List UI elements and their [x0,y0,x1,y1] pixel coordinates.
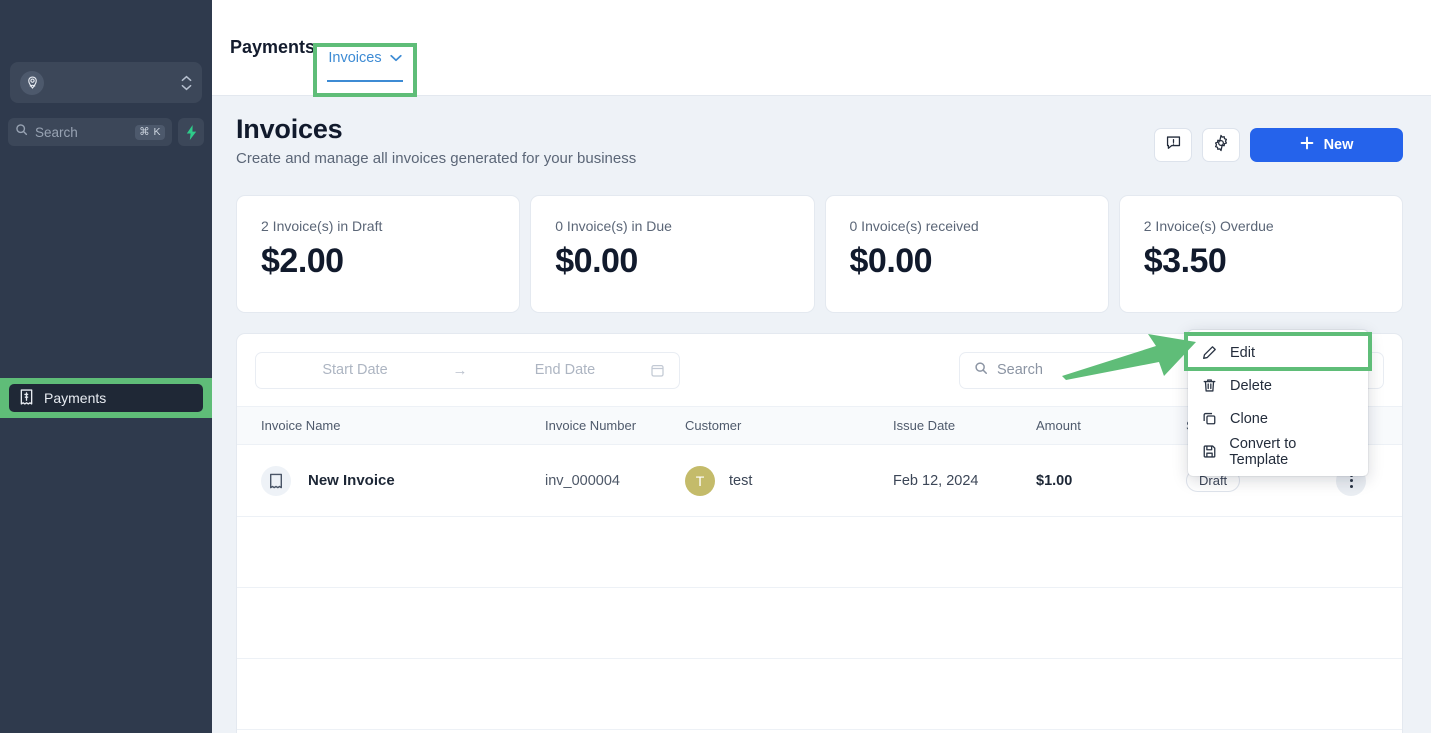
stat-card: 2 Invoice(s) Overdue $3.50 [1118,195,1403,313]
table-row-empty [237,517,1402,588]
search-placeholder: Search [35,124,78,140]
pencil-icon [1202,345,1218,360]
cell-amount: $1.00 [1028,445,1178,517]
stat-label: 0 Invoice(s) received [849,218,979,234]
user-pin-icon [20,70,44,95]
customer-name-text: test [729,472,753,489]
sidebar-item-label: Payments [44,390,107,406]
cell-issue-date: Feb 12, 2024 [893,472,979,489]
copy-icon [1202,411,1218,426]
context-menu-label: Edit [1230,344,1255,361]
invoice-name-text: New Invoice [308,472,395,489]
app-root: Search ⌘ K Payments Payments Invoices In… [0,0,1431,733]
new-button-label: New [1323,137,1354,153]
table-row-empty [237,659,1402,730]
stat-card: 0 Invoice(s) in Due $0.00 [530,195,815,313]
stat-label: 0 Invoice(s) in Due [555,218,672,234]
stat-value: $3.50 [1143,242,1227,280]
column-header-issue-date[interactable]: Issue Date [885,407,1028,445]
breadcrumb: Payments [230,37,316,57]
date-range-picker[interactable]: Start Date → End Date [255,351,680,389]
topbar: Payments Invoices [212,0,1431,97]
column-header-amount[interactable]: Amount [1028,407,1178,445]
gear-icon [1212,134,1230,157]
page-subtitle: Create and manage all invoices generated… [236,150,637,167]
context-menu-label: Clone [1230,410,1268,427]
stat-card: 2 Invoice(s) in Draft $2.00 [236,195,521,313]
sidebar: Search ⌘ K Payments [0,0,212,733]
tab-invoices[interactable]: Invoices [325,50,405,82]
stat-label: 2 Invoice(s) Overdue [1143,218,1274,234]
search-icon [974,361,988,379]
context-menu-item-edit[interactable]: Edit [1188,336,1368,369]
column-header-invoice-number[interactable]: Invoice Number [537,407,677,445]
context-menu-item-clone[interactable]: Clone [1188,402,1368,435]
search-shortcut-badge: ⌘ K [135,124,165,140]
document-icon [261,465,291,496]
workspace-selector[interactable] [10,62,202,103]
cell-customer: T test [677,445,885,517]
sidebar-item-payments[interactable]: Payments [9,384,203,412]
end-date-input[interactable]: End Date [480,362,650,378]
stat-value: $0.00 [849,242,933,280]
date-range-arrow: → [452,361,468,379]
new-button[interactable]: New [1250,128,1403,162]
invoice-number-text: inv_000004 [545,472,620,489]
column-header-invoice-name[interactable]: Invoice Name [237,407,537,445]
search-input[interactable]: Search ⌘ K [8,118,172,146]
search-icon [15,123,28,141]
context-menu-label: Delete [1230,377,1272,394]
context-menu-item-delete[interactable]: Delete [1188,369,1368,402]
message-alert-icon [1165,134,1182,156]
cell-invoice-name: New Invoice [237,445,537,517]
lightning-bolt-icon[interactable] [178,118,204,146]
stat-value: $2.00 [261,242,344,280]
stat-card: 0 Invoice(s) received $0.00 [824,195,1109,313]
invoice-icon [19,388,34,408]
avatar: T [685,465,715,496]
save-icon [1202,444,1217,459]
stat-cards: 2 Invoice(s) in Draft $2.00 0 Invoice(s)… [212,167,1431,313]
calendar-icon [650,363,665,378]
context-menu-item-convert-to-template[interactable]: Convert to Template [1188,435,1368,468]
chevron-down-icon [389,50,402,66]
header-actions: New [1154,114,1403,162]
row-context-menu: Edit Delete Clone Convert to Template [1188,330,1368,476]
trash-icon [1202,378,1218,393]
chevron-updown-icon [181,75,192,91]
context-menu-label: Convert to Template [1229,435,1297,468]
settings-button[interactable] [1202,128,1240,162]
tab-invoices-label: Invoices [328,50,382,66]
page-header: Invoices Create and manage all invoices … [212,96,1431,167]
sidebar-search-area: Search ⌘ K [8,118,204,146]
cell-invoice-number: inv_000004 [537,445,677,517]
stat-label: 2 Invoice(s) in Draft [261,218,383,234]
tab-active-underline [327,80,403,82]
stat-value: $0.00 [555,242,638,280]
page-title: Invoices [236,114,343,144]
amount-text: $1.00 [1036,472,1073,489]
plus-icon [1300,136,1314,154]
table-search-placeholder: Search [997,362,1043,378]
column-header-customer[interactable]: Customer [677,407,885,445]
feedback-button[interactable] [1154,128,1192,162]
table-row-empty [237,588,1402,659]
start-date-input[interactable]: Start Date [270,362,440,378]
